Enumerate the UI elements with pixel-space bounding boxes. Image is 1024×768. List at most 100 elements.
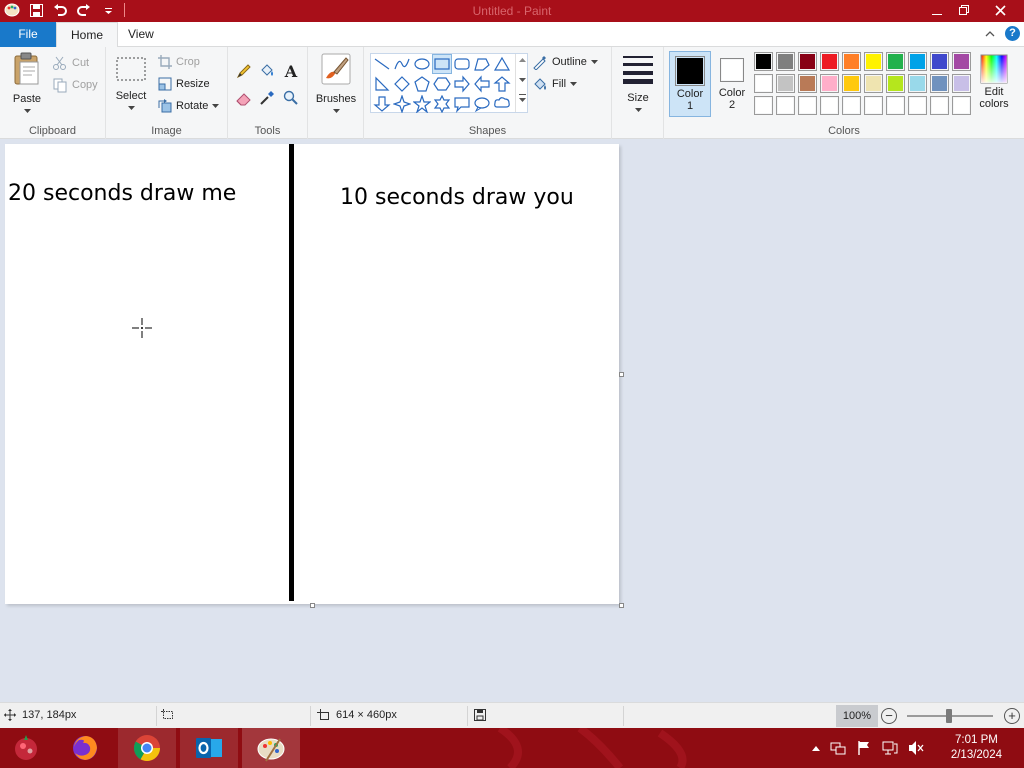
palette-swatch[interactable] xyxy=(930,96,949,115)
palette-swatch[interactable] xyxy=(754,74,773,93)
start-button[interactable] xyxy=(0,728,52,768)
five-point-star-icon[interactable] xyxy=(413,95,431,113)
cut-button[interactable]: Cut xyxy=(52,53,89,73)
hexagon-shape-icon[interactable] xyxy=(433,75,451,93)
palette-swatch[interactable] xyxy=(864,52,883,71)
ribbon-tabs: File Home View ? xyxy=(0,22,1024,48)
palette-swatch[interactable] xyxy=(798,74,817,93)
palette-swatch[interactable] xyxy=(820,52,839,71)
chrome-taskbar-button[interactable] xyxy=(118,728,176,768)
select-button[interactable]: Select xyxy=(112,55,150,114)
resize-button[interactable]: Resize xyxy=(158,74,210,94)
drawing-canvas[interactable]: 20 seconds draw me 10 seconds draw you xyxy=(5,144,619,604)
palette-swatch[interactable] xyxy=(886,52,905,71)
rounded-rectangle-shape-icon[interactable] xyxy=(453,55,471,73)
up-arrow-shape-icon[interactable] xyxy=(493,75,511,93)
eraser-icon[interactable] xyxy=(235,89,253,107)
fill-bucket-icon[interactable] xyxy=(258,62,276,80)
right-triangle-shape-icon[interactable] xyxy=(373,75,391,93)
curve-shape-icon[interactable] xyxy=(393,55,411,73)
palette-swatch[interactable] xyxy=(886,74,905,93)
fill-button[interactable]: Fill xyxy=(532,74,578,94)
zoom-in-button[interactable]: + xyxy=(1004,708,1020,724)
brushes-button[interactable]: Brushes xyxy=(314,52,358,117)
color1-button[interactable]: Color 1 xyxy=(669,51,711,117)
palette-swatch[interactable] xyxy=(908,74,927,93)
rotate-button[interactable]: Rotate xyxy=(158,96,220,116)
paint-taskbar-button[interactable] xyxy=(242,728,300,768)
collapse-ribbon-icon[interactable] xyxy=(985,26,995,42)
palette-swatch[interactable] xyxy=(952,96,971,115)
taskbar-clock[interactable]: 7:01 PM 2/13/2024 xyxy=(951,733,1002,763)
palette-swatch[interactable] xyxy=(798,96,817,115)
close-button[interactable] xyxy=(984,0,1016,22)
triangle-shape-icon[interactable] xyxy=(493,55,511,73)
color-picker-icon[interactable] xyxy=(258,89,276,107)
palette-swatch[interactable] xyxy=(886,96,905,115)
rounded-callout-icon[interactable] xyxy=(453,95,471,113)
size-group: Size xyxy=(612,47,664,139)
color2-button[interactable]: Color 2 xyxy=(713,51,751,117)
palette-swatch[interactable] xyxy=(754,52,773,71)
network-icon[interactable] xyxy=(830,740,846,756)
minimize-button[interactable] xyxy=(922,0,952,22)
firefox-taskbar-button[interactable] xyxy=(56,728,114,768)
outlook-taskbar-button[interactable] xyxy=(180,728,238,768)
tab-view[interactable]: View xyxy=(114,22,168,48)
restore-button[interactable] xyxy=(949,0,979,22)
palette-swatch[interactable] xyxy=(952,74,971,93)
shapes-scrollbar[interactable] xyxy=(515,54,528,112)
crop-button[interactable]: Crop xyxy=(158,52,200,72)
zoom-out-button[interactable]: − xyxy=(881,708,897,724)
diamond-shape-icon[interactable] xyxy=(393,75,411,93)
resize-handle-bottom[interactable] xyxy=(310,603,315,608)
text-tool-icon[interactable]: A xyxy=(282,62,300,81)
polygon-shape-icon[interactable] xyxy=(473,55,491,73)
palette-swatch[interactable] xyxy=(842,96,861,115)
oval-shape-icon[interactable] xyxy=(413,55,431,73)
right-arrow-shape-icon[interactable] xyxy=(453,75,471,93)
zoom-slider-thumb[interactable] xyxy=(946,709,952,723)
action-center-flag-icon[interactable] xyxy=(856,740,872,756)
pentagon-shape-icon[interactable] xyxy=(413,75,431,93)
copy-button[interactable]: Copy xyxy=(52,75,98,95)
palette-swatch[interactable] xyxy=(820,74,839,93)
tab-file[interactable]: File xyxy=(0,22,56,47)
volume-muted-icon[interactable] xyxy=(908,740,924,756)
palette-swatch[interactable] xyxy=(754,96,773,115)
palette-swatch[interactable] xyxy=(930,52,949,71)
palette-swatch[interactable] xyxy=(776,96,795,115)
rectangle-shape-icon[interactable] xyxy=(432,54,452,74)
palette-swatch[interactable] xyxy=(842,74,861,93)
six-point-star-icon[interactable] xyxy=(433,95,451,113)
show-hidden-icons-icon[interactable] xyxy=(812,745,820,751)
palette-swatch[interactable] xyxy=(820,96,839,115)
palette-swatch[interactable] xyxy=(864,74,883,93)
palette-swatch[interactable] xyxy=(930,74,949,93)
palette-swatch[interactable] xyxy=(776,74,795,93)
cloud-callout-icon[interactable] xyxy=(493,95,511,113)
outline-button[interactable]: Outline xyxy=(532,52,598,72)
left-arrow-shape-icon[interactable] xyxy=(473,75,491,93)
edit-colors-button[interactable]: Edit colors xyxy=(972,51,1016,117)
oval-callout-icon[interactable] xyxy=(473,95,491,113)
palette-swatch[interactable] xyxy=(952,52,971,71)
down-arrow-shape-icon[interactable] xyxy=(373,95,391,113)
resize-handle-corner[interactable] xyxy=(619,603,624,608)
ethernet-icon[interactable] xyxy=(882,740,898,756)
magnifier-icon[interactable] xyxy=(282,89,300,107)
tab-home[interactable]: Home xyxy=(56,22,119,48)
palette-swatch[interactable] xyxy=(776,52,795,71)
paste-button[interactable]: Paste xyxy=(6,52,48,117)
palette-swatch[interactable] xyxy=(864,96,883,115)
line-shape-icon[interactable] xyxy=(373,55,391,73)
palette-swatch[interactable] xyxy=(908,96,927,115)
resize-handle-right[interactable] xyxy=(619,372,624,377)
palette-swatch[interactable] xyxy=(908,52,927,71)
size-button[interactable]: Size xyxy=(618,53,658,116)
help-icon[interactable]: ? xyxy=(1005,26,1020,41)
pencil-icon[interactable] xyxy=(235,62,253,80)
palette-swatch[interactable] xyxy=(798,52,817,71)
four-point-star-icon[interactable] xyxy=(393,95,411,113)
palette-swatch[interactable] xyxy=(842,52,861,71)
